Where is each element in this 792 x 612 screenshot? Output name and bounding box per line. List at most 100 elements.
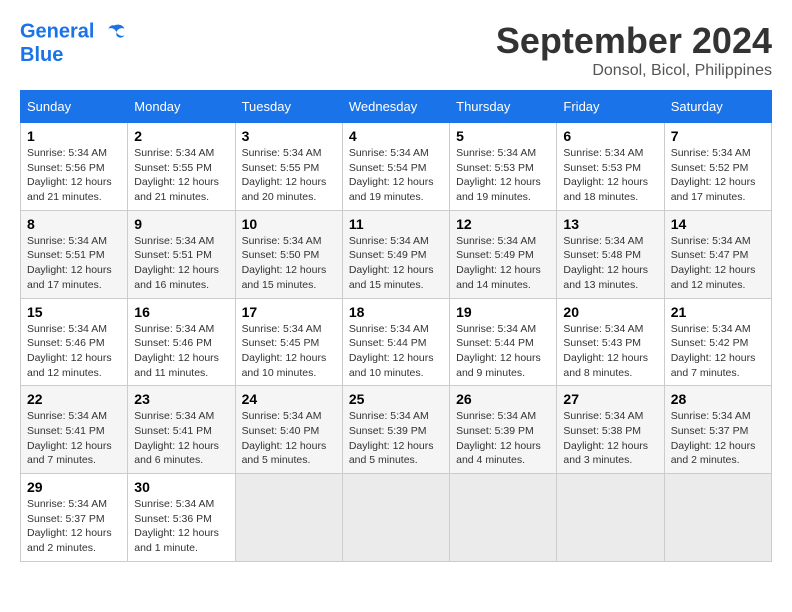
month-title: September 2024 [496, 20, 772, 62]
day-number: 9 [134, 216, 228, 232]
logo-general: General [20, 20, 94, 42]
day-number: 17 [242, 304, 336, 320]
day-info: Sunrise: 5:34 AM Sunset: 5:50 PM Dayligh… [242, 234, 336, 293]
day-number: 13 [563, 216, 657, 232]
column-header-monday: Monday [128, 91, 235, 123]
calendar-day: 17 Sunrise: 5:34 AM Sunset: 5:45 PM Dayl… [235, 298, 342, 386]
calendar-header-row: SundayMondayTuesdayWednesdayThursdayFrid… [21, 91, 772, 123]
calendar-week-1: 1 Sunrise: 5:34 AM Sunset: 5:56 PM Dayli… [21, 123, 772, 211]
calendar-day: 20 Sunrise: 5:34 AM Sunset: 5:43 PM Dayl… [557, 298, 664, 386]
day-info: Sunrise: 5:34 AM Sunset: 5:56 PM Dayligh… [27, 146, 121, 205]
day-info: Sunrise: 5:34 AM Sunset: 5:53 PM Dayligh… [563, 146, 657, 205]
calendar-table: SundayMondayTuesdayWednesdayThursdayFrid… [20, 90, 772, 562]
day-number: 16 [134, 304, 228, 320]
day-number: 28 [671, 391, 765, 407]
calendar-day: 30 Sunrise: 5:34 AM Sunset: 5:36 PM Dayl… [128, 474, 235, 562]
calendar-day: 13 Sunrise: 5:34 AM Sunset: 5:48 PM Dayl… [557, 210, 664, 298]
day-number: 30 [134, 479, 228, 495]
day-info: Sunrise: 5:34 AM Sunset: 5:39 PM Dayligh… [456, 409, 550, 468]
calendar-day: 24 Sunrise: 5:34 AM Sunset: 5:40 PM Dayl… [235, 386, 342, 474]
day-info: Sunrise: 5:34 AM Sunset: 5:46 PM Dayligh… [27, 322, 121, 381]
calendar-day: 19 Sunrise: 5:34 AM Sunset: 5:44 PM Dayl… [450, 298, 557, 386]
day-info: Sunrise: 5:34 AM Sunset: 5:46 PM Dayligh… [134, 322, 228, 381]
calendar-day [235, 474, 342, 562]
calendar-day: 1 Sunrise: 5:34 AM Sunset: 5:56 PM Dayli… [21, 123, 128, 211]
calendar-week-3: 15 Sunrise: 5:34 AM Sunset: 5:46 PM Dayl… [21, 298, 772, 386]
day-info: Sunrise: 5:34 AM Sunset: 5:39 PM Dayligh… [349, 409, 443, 468]
day-info: Sunrise: 5:34 AM Sunset: 5:49 PM Dayligh… [349, 234, 443, 293]
column-header-tuesday: Tuesday [235, 91, 342, 123]
calendar-day: 9 Sunrise: 5:34 AM Sunset: 5:51 PM Dayli… [128, 210, 235, 298]
day-number: 29 [27, 479, 121, 495]
day-info: Sunrise: 5:34 AM Sunset: 5:45 PM Dayligh… [242, 322, 336, 381]
day-number: 10 [242, 216, 336, 232]
column-header-wednesday: Wednesday [342, 91, 449, 123]
day-info: Sunrise: 5:34 AM Sunset: 5:48 PM Dayligh… [563, 234, 657, 293]
calendar-day [557, 474, 664, 562]
calendar-week-5: 29 Sunrise: 5:34 AM Sunset: 5:37 PM Dayl… [21, 474, 772, 562]
day-number: 26 [456, 391, 550, 407]
day-info: Sunrise: 5:34 AM Sunset: 5:49 PM Dayligh… [456, 234, 550, 293]
column-header-sunday: Sunday [21, 91, 128, 123]
day-number: 14 [671, 216, 765, 232]
calendar-day: 21 Sunrise: 5:34 AM Sunset: 5:42 PM Dayl… [664, 298, 771, 386]
location-subtitle: Donsol, Bicol, Philippines [496, 62, 772, 80]
day-info: Sunrise: 5:34 AM Sunset: 5:41 PM Dayligh… [134, 409, 228, 468]
title-area: September 2024 Donsol, Bicol, Philippine… [496, 20, 772, 80]
day-number: 8 [27, 216, 121, 232]
calendar-day: 5 Sunrise: 5:34 AM Sunset: 5:53 PM Dayli… [450, 123, 557, 211]
calendar-day: 22 Sunrise: 5:34 AM Sunset: 5:41 PM Dayl… [21, 386, 128, 474]
day-info: Sunrise: 5:34 AM Sunset: 5:51 PM Dayligh… [134, 234, 228, 293]
day-info: Sunrise: 5:34 AM Sunset: 5:41 PM Dayligh… [27, 409, 121, 468]
day-number: 23 [134, 391, 228, 407]
day-info: Sunrise: 5:34 AM Sunset: 5:37 PM Dayligh… [671, 409, 765, 468]
day-info: Sunrise: 5:34 AM Sunset: 5:54 PM Dayligh… [349, 146, 443, 205]
day-number: 2 [134, 128, 228, 144]
day-info: Sunrise: 5:34 AM Sunset: 5:52 PM Dayligh… [671, 146, 765, 205]
calendar-day: 11 Sunrise: 5:34 AM Sunset: 5:49 PM Dayl… [342, 210, 449, 298]
day-info: Sunrise: 5:34 AM Sunset: 5:47 PM Dayligh… [671, 234, 765, 293]
day-info: Sunrise: 5:34 AM Sunset: 5:40 PM Dayligh… [242, 409, 336, 468]
day-number: 22 [27, 391, 121, 407]
day-info: Sunrise: 5:34 AM Sunset: 5:53 PM Dayligh… [456, 146, 550, 205]
calendar-day: 10 Sunrise: 5:34 AM Sunset: 5:50 PM Dayl… [235, 210, 342, 298]
page-header: General Blue September 2024 Donsol, Bico… [20, 20, 772, 80]
calendar-day: 14 Sunrise: 5:34 AM Sunset: 5:47 PM Dayl… [664, 210, 771, 298]
calendar-week-4: 22 Sunrise: 5:34 AM Sunset: 5:41 PM Dayl… [21, 386, 772, 474]
day-info: Sunrise: 5:34 AM Sunset: 5:37 PM Dayligh… [27, 497, 121, 556]
day-number: 20 [563, 304, 657, 320]
day-info: Sunrise: 5:34 AM Sunset: 5:55 PM Dayligh… [242, 146, 336, 205]
calendar-day [450, 474, 557, 562]
logo-bird-icon [102, 20, 126, 44]
calendar-day: 18 Sunrise: 5:34 AM Sunset: 5:44 PM Dayl… [342, 298, 449, 386]
calendar-day: 15 Sunrise: 5:34 AM Sunset: 5:46 PM Dayl… [21, 298, 128, 386]
day-number: 11 [349, 216, 443, 232]
calendar-day: 29 Sunrise: 5:34 AM Sunset: 5:37 PM Dayl… [21, 474, 128, 562]
day-number: 5 [456, 128, 550, 144]
calendar-day: 4 Sunrise: 5:34 AM Sunset: 5:54 PM Dayli… [342, 123, 449, 211]
day-number: 25 [349, 391, 443, 407]
calendar-day: 12 Sunrise: 5:34 AM Sunset: 5:49 PM Dayl… [450, 210, 557, 298]
day-number: 21 [671, 304, 765, 320]
calendar-day: 25 Sunrise: 5:34 AM Sunset: 5:39 PM Dayl… [342, 386, 449, 474]
calendar-day: 23 Sunrise: 5:34 AM Sunset: 5:41 PM Dayl… [128, 386, 235, 474]
day-number: 3 [242, 128, 336, 144]
day-number: 27 [563, 391, 657, 407]
day-number: 18 [349, 304, 443, 320]
day-info: Sunrise: 5:34 AM Sunset: 5:51 PM Dayligh… [27, 234, 121, 293]
day-number: 7 [671, 128, 765, 144]
day-info: Sunrise: 5:34 AM Sunset: 5:42 PM Dayligh… [671, 322, 765, 381]
day-number: 6 [563, 128, 657, 144]
day-info: Sunrise: 5:34 AM Sunset: 5:36 PM Dayligh… [134, 497, 228, 556]
calendar-day: 26 Sunrise: 5:34 AM Sunset: 5:39 PM Dayl… [450, 386, 557, 474]
logo: General Blue [20, 20, 126, 66]
logo-blue: Blue [20, 44, 126, 66]
day-info: Sunrise: 5:34 AM Sunset: 5:43 PM Dayligh… [563, 322, 657, 381]
day-number: 12 [456, 216, 550, 232]
calendar-day [342, 474, 449, 562]
column-header-friday: Friday [557, 91, 664, 123]
day-number: 19 [456, 304, 550, 320]
calendar-day: 7 Sunrise: 5:34 AM Sunset: 5:52 PM Dayli… [664, 123, 771, 211]
calendar-week-2: 8 Sunrise: 5:34 AM Sunset: 5:51 PM Dayli… [21, 210, 772, 298]
calendar-day: 27 Sunrise: 5:34 AM Sunset: 5:38 PM Dayl… [557, 386, 664, 474]
